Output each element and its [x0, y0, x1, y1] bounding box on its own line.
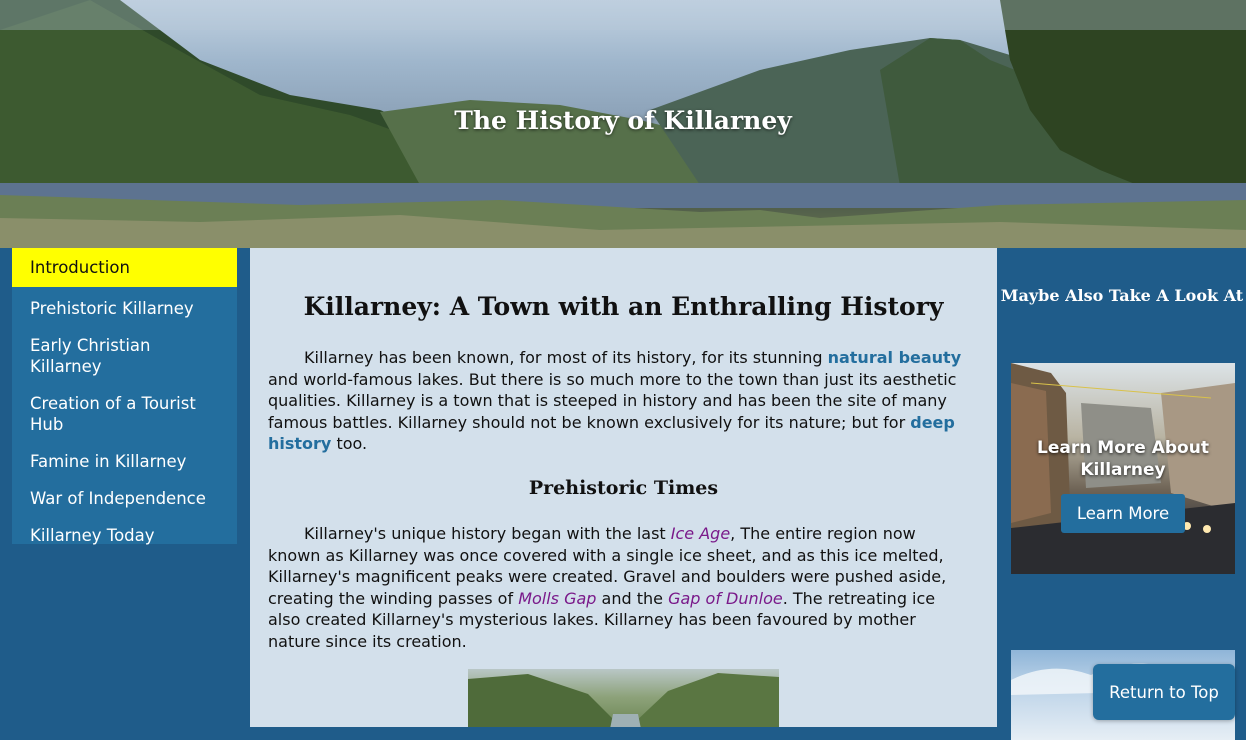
- sidebar-heading: Maybe Also Take A Look At: [1000, 286, 1244, 305]
- nav-item-introduction[interactable]: Introduction: [12, 248, 237, 287]
- natural-beauty-link[interactable]: natural beauty: [828, 348, 962, 367]
- card-title: Learn More About Killarney: [1037, 438, 1209, 480]
- molls-gap-link[interactable]: Molls Gap: [518, 589, 596, 608]
- nav-item-famine-in-killarney[interactable]: Famine in Killarney: [12, 445, 237, 478]
- gap-of-dunloe-image: [468, 669, 779, 727]
- main-content: Killarney: A Town with an Enthralling Hi…: [250, 248, 997, 727]
- prehistoric-paragraph: Killarney's unique history began with th…: [268, 524, 947, 651]
- ice-age-link[interactable]: Ice Age: [671, 524, 730, 543]
- nav-item-war-of-independence[interactable]: War of Independence: [12, 482, 237, 515]
- nav-item-prehistoric-killarney[interactable]: Prehistoric Killarney: [12, 292, 237, 325]
- learn-more-button[interactable]: Learn More: [1061, 494, 1185, 533]
- hero-banner: The History of Killarney: [0, 0, 1246, 248]
- nav-item-killarney-today[interactable]: Killarney Today: [12, 519, 237, 552]
- sidebar-nav: Introduction Prehistoric Killarney Early…: [12, 248, 237, 545]
- section-heading-prehistoric: Prehistoric Times: [528, 477, 719, 499]
- nav-item-creation-of-a-tourist-hub[interactable]: Creation of a Tourist Hub: [12, 387, 237, 441]
- intro-paragraph: Killarney has been known, for most of it…: [268, 348, 962, 453]
- learn-more-card: Learn More About Killarney Learn More: [1011, 363, 1235, 574]
- return-to-top-button[interactable]: Return to Top: [1093, 664, 1235, 720]
- page-title: Killarney: A Town with an Enthralling Hi…: [303, 292, 944, 321]
- gap-of-dunloe-link[interactable]: Gap of Dunloe: [668, 589, 783, 608]
- nav-item-early-christian-killarney[interactable]: Early Christian Killarney: [12, 329, 237, 383]
- related-sidebar: Maybe Also Take A Look At Learn More Abo…: [998, 248, 1246, 740]
- site-title: The History of Killarney: [454, 106, 792, 135]
